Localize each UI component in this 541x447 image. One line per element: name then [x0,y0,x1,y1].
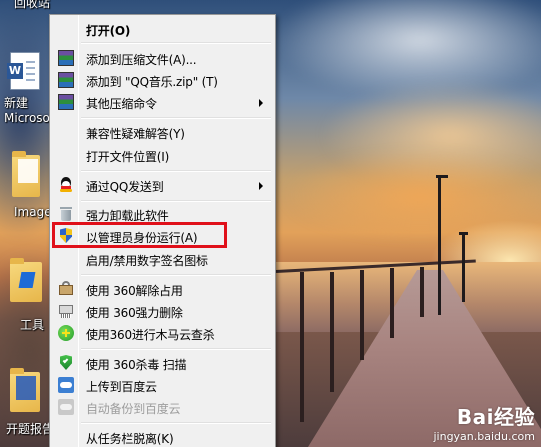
menu-item-360-shred[interactable]: 使用 360强力删除 [52,301,273,322]
menu-item-label: 添加到压缩文件(A)... [86,53,197,67]
pier-lamp-post [462,232,465,302]
word-document-icon: W [7,52,40,90]
menu-item-label: 添加到 "QQ音乐.zip" (T) [86,75,218,89]
menu-item-add-to-zip[interactable]: 添加到 "QQ音乐.zip" (T) [52,70,273,91]
menu-item-auto-backup-baidu: 自动备份到百度云 [52,397,273,418]
menu-item-360-trojan-scan[interactable]: 使用360进行木马云查杀 [52,323,273,344]
menu-item-add-to-archive[interactable]: 添加到压缩文件(A)... [52,48,273,69]
pier-lamp-post [438,175,441,315]
watermark-brand: Bai经验 [456,405,535,429]
watermark-url: jingyan.baidu.com [433,430,535,443]
360-unlock-icon [58,281,74,297]
menu-item-open-file-location[interactable]: 打开文件位置(I) [52,145,273,166]
winrar-icon [58,94,74,110]
menu-item-open[interactable]: 打开(O) [52,19,273,40]
qq-penguin-icon [58,177,74,193]
menu-item-label: 打开文件位置(I) [86,150,170,164]
menu-item-label: 使用 360解除占用 [86,284,183,298]
desktop-icon-label: 开题报告 [6,422,55,436]
menu-item-unpin-taskbar[interactable]: 从任务栏脱离(K) [52,427,273,447]
menu-item-compatibility[interactable]: 兼容性疑难解答(Y) [52,122,273,143]
360-shred-icon [58,303,74,319]
menu-separator [81,170,271,172]
pier-post [420,267,424,317]
winrar-icon [58,50,74,66]
baidu-jingyan-watermark: Bai经验 jingyan.baidu.com [433,401,535,443]
baidu-cloud-icon [58,399,74,415]
desktop-icon-label: 回收站 [14,0,51,10]
menu-item-label: 通过QQ发送到 [86,180,164,194]
folder-icon [12,151,40,197]
menu-item-label: 启用/禁用数字签名图标 [86,254,208,268]
menu-item-label: 从任务栏脱离(K) [86,432,174,446]
highlight-annotation-box [52,222,227,248]
baidu-cloud-icon [58,377,74,393]
menu-separator [81,42,271,44]
menu-item-360-antivirus[interactable]: 使用 360杀毒 扫描 [52,353,273,374]
trash-can-icon [58,206,74,222]
menu-item-label: 其他压缩命令 [86,97,157,111]
winrar-icon [58,72,74,88]
pier-post [360,270,364,360]
submenu-arrow-icon [259,99,263,107]
menu-item-upload-baidu[interactable]: 上传到百度云 [52,375,273,396]
pier-post [330,272,334,392]
menu-item-label: 上传到百度云 [86,380,157,394]
menu-separator [81,274,271,276]
desktop-icon-label: 新建 Microsof [4,96,55,125]
desktop-icon-tools-folder[interactable]: 工具 [0,258,50,333]
pier-lamp-head [436,175,448,178]
menu-separator [81,348,271,350]
menu-item-label: 使用 360强力删除 [86,306,183,320]
pier-post [300,272,304,422]
desktop-icon-word-doc[interactable]: W 新建 Microsof [0,52,55,126]
menu-item-label: 自动备份到百度云 [86,402,181,416]
menu-item-label: 打开(O) [86,24,131,38]
desktop-icon-recycle-bin[interactable]: 回收站 [0,0,50,11]
menu-item-send-via-qq[interactable]: 通过QQ发送到 [52,175,273,196]
pier-rail [275,259,476,273]
desktop-icon-proposal-folder[interactable]: 开题报告 [0,368,55,437]
360-trojan-icon [58,325,74,341]
menu-separator [81,422,271,424]
pier-lamp-head [459,232,468,235]
submenu-arrow-icon [259,182,263,190]
menu-item-label: 兼容性疑难解答(Y) [86,127,185,141]
360-antivirus-icon [58,355,74,371]
menu-separator [81,200,271,202]
folder-icon [10,258,42,302]
desktop-icon-image-folder[interactable]: Image [0,151,52,219]
folder-icon [10,368,40,412]
menu-item-other-compress[interactable]: 其他压缩命令 [52,92,273,113]
menu-item-label: 使用360进行木马云查杀 [86,328,215,342]
desktop-icon-label: 工具 [20,318,45,332]
pier-post [390,268,394,338]
desktop-icon-label: Image [14,205,52,219]
menu-item-label: 使用 360杀毒 扫描 [86,358,187,372]
menu-separator [81,117,271,119]
menu-item-digital-signature[interactable]: 启用/禁用数字签名图标 [52,249,273,270]
menu-item-360-unlock[interactable]: 使用 360解除占用 [52,279,273,300]
